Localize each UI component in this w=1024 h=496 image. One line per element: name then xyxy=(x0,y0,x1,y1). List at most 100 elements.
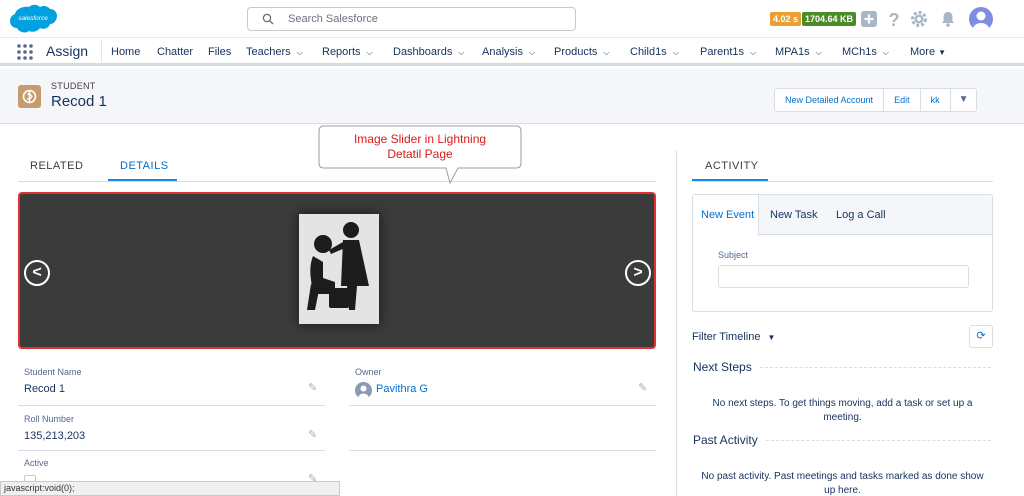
user-avatar[interactable] xyxy=(969,7,993,31)
chevron-down-icon[interactable]: ⌵ xyxy=(603,48,609,58)
more-actions-icon[interactable]: ▼ xyxy=(951,89,977,111)
nav-item-label: MCh1s xyxy=(842,46,877,58)
edit-pencil-icon[interactable]: ✎ xyxy=(308,381,317,394)
nav-item-home[interactable]: Home xyxy=(111,46,140,58)
nav-item-label: Analysis xyxy=(482,46,523,58)
nav-item-child1s[interactable]: Child1s ⌵ xyxy=(630,46,679,58)
field-divider xyxy=(18,450,325,451)
nav-item-label: Teachers xyxy=(246,46,291,58)
tab-active-indicator xyxy=(692,179,768,181)
column-divider xyxy=(676,150,677,496)
svg-text:?: ? xyxy=(889,10,900,29)
user-icon xyxy=(357,385,370,399)
logo-text: salesforce xyxy=(18,15,48,22)
owner-label: Owner xyxy=(355,367,382,377)
nav-item-mpa1s[interactable]: MPA1s ⌵ xyxy=(775,46,822,58)
nav-item-more[interactable]: More ▼ xyxy=(910,46,946,58)
student-object-icon xyxy=(22,89,37,104)
nav-item-label: Home xyxy=(111,46,141,58)
section-rule xyxy=(760,367,991,368)
tab-activity[interactable]: ACTIVITY xyxy=(705,160,759,172)
nav-item-files[interactable]: Files xyxy=(208,46,231,58)
tab-related[interactable]: RELATED xyxy=(30,160,83,172)
edit-pencil-icon[interactable]: ✎ xyxy=(308,428,317,441)
slider-prev-button[interactable]: < xyxy=(24,260,50,286)
active-label: Active xyxy=(24,458,49,468)
record-object-type: STUDENT xyxy=(51,81,96,91)
nav-item-mch1s[interactable]: MCh1s ⌵ xyxy=(842,46,889,58)
section-rule xyxy=(766,440,991,441)
tab-divider xyxy=(18,181,656,182)
nav-item-parent1s[interactable]: Parent1s ⌵ xyxy=(700,46,756,58)
chevron-down-icon[interactable]: ⌵ xyxy=(883,48,889,58)
slider-next-button[interactable]: > xyxy=(625,260,651,286)
record-title: Recod 1 xyxy=(51,93,107,110)
past-activity-empty-message: No past activity. Past meetings and task… xyxy=(701,471,984,496)
browser-status-bar: javascript:void(0); xyxy=(0,481,340,496)
field-divider xyxy=(18,405,325,406)
chevron-down-icon[interactable]: ⌵ xyxy=(458,48,464,58)
student-name-value: Recod 1 xyxy=(24,383,65,395)
annotation-text: Image Slider in Lightning Detatil Page xyxy=(318,132,522,162)
kk-button[interactable]: kk xyxy=(921,89,951,111)
filter-timeline-button[interactable]: Filter Timeline ▼ xyxy=(692,331,775,343)
chevron-down-icon[interactable]: ⌵ xyxy=(673,48,679,58)
owner-link[interactable]: Pavithra G xyxy=(376,383,428,395)
annotation-line-1: Image Slider in Lightning xyxy=(353,132,487,146)
search-placeholder: Search Salesforce xyxy=(288,13,378,25)
tab-log-a-call[interactable]: Log a Call xyxy=(836,209,886,221)
salesforce-logo[interactable]: salesforce xyxy=(9,3,57,35)
refresh-icon[interactable]: ⟳ xyxy=(969,325,993,348)
tab-details[interactable]: DETAILS xyxy=(120,160,169,172)
new-detailed-account-button[interactable]: New Detailed Account xyxy=(775,89,885,111)
chevron-down-icon[interactable]: ⌵ xyxy=(367,48,373,58)
nav-item-chatter[interactable]: Chatter xyxy=(157,46,193,58)
nav-item-label: Child1s xyxy=(630,46,667,58)
edit-button[interactable]: Edit xyxy=(884,89,921,111)
past-activity-title: Past Activity xyxy=(693,433,758,447)
nav-item-reports[interactable]: Reports ⌵ xyxy=(322,46,373,58)
nav-item-label: MPA1s xyxy=(775,46,810,58)
tab-new-task[interactable]: New Task xyxy=(770,209,817,221)
subject-label: Subject xyxy=(718,250,749,260)
chevron-down-icon[interactable]: ⌵ xyxy=(297,48,303,58)
chevron-down-icon[interactable]: ⌵ xyxy=(816,48,822,58)
nav-item-dashboards[interactable]: Dashboards ⌵ xyxy=(393,46,464,58)
plus-icon[interactable] xyxy=(859,9,879,29)
tab-new-event[interactable]: New Event xyxy=(701,209,754,221)
nav-item-label: More xyxy=(910,46,936,58)
bell-icon[interactable] xyxy=(938,9,958,29)
roll-number-label: Roll Number xyxy=(24,414,75,424)
gear-icon[interactable] xyxy=(909,9,929,29)
nav-item-label: Chatter xyxy=(157,46,194,58)
caret-down-icon: ▼ xyxy=(767,333,776,342)
chevron-down-icon[interactable]: ⌵ xyxy=(750,48,756,58)
annotation-line-2: Detatil Page xyxy=(387,147,453,161)
nav-item-label: Files xyxy=(208,46,232,58)
nav-item-label: Parent1s xyxy=(700,46,745,58)
field-divider xyxy=(349,450,656,451)
nav-item-analysis[interactable]: Analysis ⌵ xyxy=(482,46,535,58)
timing-badge: 4.02 s xyxy=(770,12,802,26)
nav-item-teachers[interactable]: Teachers ⌵ xyxy=(246,46,303,58)
slide-image xyxy=(299,214,379,324)
image-slider: < > xyxy=(18,192,656,349)
search-icon xyxy=(262,13,274,25)
owner-avatar xyxy=(355,382,372,399)
nav-separator xyxy=(101,40,102,64)
nav-item-products[interactable]: Products ⌵ xyxy=(554,46,610,58)
activity-composer: New Event New Task Log a Call Subject xyxy=(692,194,993,312)
chevron-down-icon[interactable]: ⌵ xyxy=(529,48,535,58)
student-name-label: Student Name xyxy=(24,367,82,377)
roll-number-value: 135,213,203 xyxy=(24,430,86,442)
nav-item-label: Reports xyxy=(322,46,361,58)
change-owner-icon[interactable]: ✎ xyxy=(638,381,647,394)
caret-down-icon[interactable]: ▼ xyxy=(938,48,946,57)
global-search[interactable]: Search Salesforce xyxy=(247,7,576,31)
next-steps-empty-message: No next steps. To get things moving, add… xyxy=(712,398,973,423)
help-icon[interactable]: ? xyxy=(884,9,904,29)
user-avatar-icon xyxy=(972,11,990,31)
subject-input[interactable] xyxy=(718,265,969,288)
record-header: STUDENT Recod 1 New Detailed Account Edi… xyxy=(0,69,1024,124)
app-launcher-icon[interactable] xyxy=(17,44,33,60)
